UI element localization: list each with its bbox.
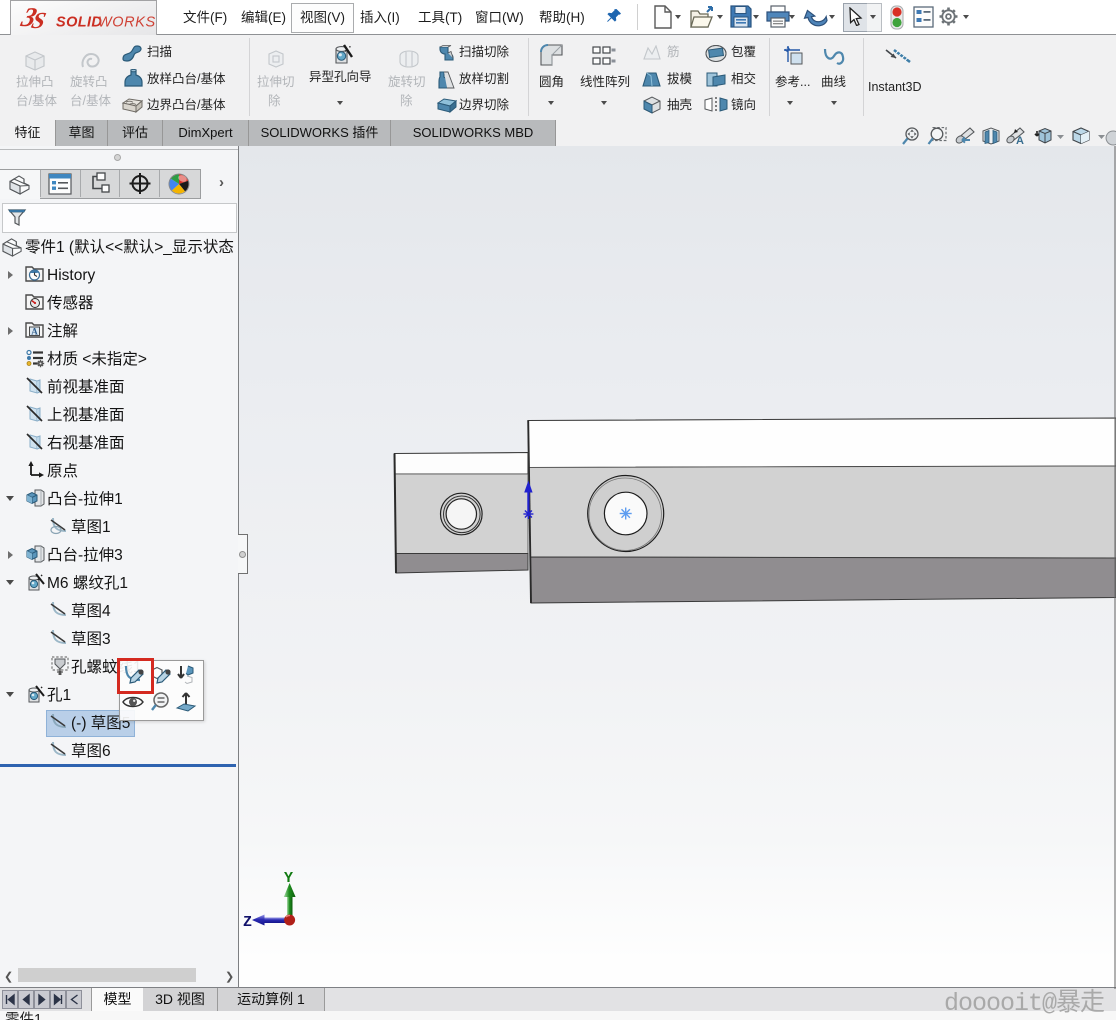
svg-text:A: A [31,327,38,337]
svg-text:WORKS: WORKS [98,15,156,31]
svg-text:SOLID: SOLID [56,15,102,31]
svg-text:A: A [1016,135,1024,146]
svg-text:Y: Y [284,870,293,887]
svg-text:Z: Z [243,914,252,931]
